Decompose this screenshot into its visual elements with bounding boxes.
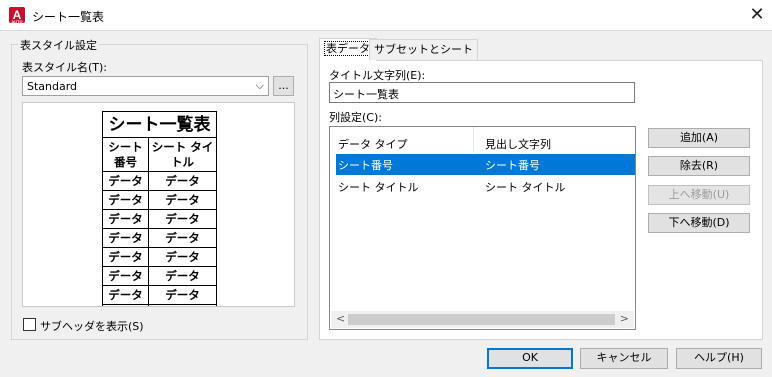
column-settings-label: 列設定(C): bbox=[329, 111, 382, 124]
scroll-thumb[interactable] bbox=[348, 314, 615, 325]
preview-table: シート一覧表 シート番号 シート タイトル データ データ データ データ データ データ… bbox=[102, 111, 217, 306]
preview-cell: データ bbox=[102, 285, 149, 305]
title-string-input[interactable]: シート一覧表 bbox=[329, 82, 635, 103]
scroll-left-icon[interactable]: < bbox=[336, 312, 345, 325]
preview-header-1: シート番号 bbox=[102, 137, 149, 172]
subheader-checkbox[interactable] bbox=[23, 318, 36, 331]
list-row[interactable]: シート番号 シート番号 bbox=[336, 154, 635, 175]
table-style-value: Standard bbox=[27, 80, 78, 93]
column-header-data-type[interactable]: データ タイプ bbox=[338, 136, 408, 152]
preview-row: データデータ bbox=[102, 304, 217, 306]
list-header: データ タイプ 見出し文字列 bbox=[330, 127, 635, 155]
table-style-group-label: 表スタイル設定 bbox=[18, 37, 99, 53]
title-string-value: シート一覧表 bbox=[333, 88, 399, 101]
preview-cell: データ bbox=[102, 247, 149, 267]
subheader-checkbox-label: サブヘッダを表示(S) bbox=[40, 320, 144, 333]
preview-row: データデータ bbox=[102, 247, 217, 267]
preview-cell: データ bbox=[102, 171, 149, 191]
preview-cell: データ bbox=[148, 304, 217, 306]
preview-cell: データ bbox=[102, 266, 149, 286]
preview-cell: データ bbox=[102, 209, 149, 229]
row-data-type: シート タイトル bbox=[338, 181, 419, 194]
close-icon[interactable]: ✕ bbox=[742, 0, 772, 31]
preview-cell: データ bbox=[148, 190, 217, 210]
add-button[interactable]: 追加(A) bbox=[648, 128, 750, 148]
tab-table-data-label: 表データ bbox=[324, 41, 372, 56]
preview-cell: データ bbox=[148, 228, 217, 248]
column-settings-list[interactable]: データ タイプ 見出し文字列 シート番号 シート番号 シート タイトル シート … bbox=[329, 126, 636, 330]
title-bar: A AUTO シート一覧表 ✕ bbox=[0, 0, 772, 31]
chevron-down-icon: ⌵ bbox=[255, 79, 264, 92]
preview-header-2: シート タイトル bbox=[148, 137, 217, 172]
ok-button[interactable]: OK bbox=[487, 348, 573, 369]
preview-row: データデータ bbox=[102, 171, 217, 191]
preview-row: データデータ bbox=[102, 266, 217, 286]
preview-row: データデータ bbox=[102, 209, 217, 229]
preview-cell: データ bbox=[148, 247, 217, 267]
title-string-label: タイトル文字列(E): bbox=[329, 69, 426, 82]
preview-title: シート一覧表 bbox=[102, 111, 217, 138]
move-up-button[interactable]: 上へ移動(U) bbox=[648, 185, 750, 205]
preview-row: データデータ bbox=[102, 228, 217, 248]
move-down-button[interactable]: 下へ移動(D) bbox=[648, 213, 750, 233]
preview-row: データデータ bbox=[102, 285, 217, 305]
preview-cell: データ bbox=[102, 190, 149, 210]
horizontal-scrollbar[interactable]: < > bbox=[331, 311, 634, 328]
table-style-combobox[interactable]: Standard ⌵ bbox=[22, 76, 269, 96]
preview-cell: データ bbox=[148, 285, 217, 305]
autocad-app-icon: A AUTO bbox=[9, 7, 25, 24]
browse-style-button[interactable]: ... bbox=[273, 76, 294, 96]
window-title: シート一覧表 bbox=[32, 10, 105, 24]
preview-row: データデータ bbox=[102, 190, 217, 210]
preview-cell: データ bbox=[102, 228, 149, 248]
preview-cell: データ bbox=[148, 266, 217, 286]
remove-button[interactable]: 除去(R) bbox=[648, 156, 750, 176]
cancel-button[interactable]: キャンセル bbox=[580, 348, 668, 369]
app-icon-subtext: AUTO bbox=[11, 19, 23, 24]
row-heading: シート タイトル bbox=[485, 181, 566, 194]
tab-subsets-sheets[interactable]: サブセットとシート bbox=[369, 39, 478, 60]
tab-subsets-sheets-label: サブセットとシート bbox=[374, 43, 473, 56]
table-preview: シート一覧表 シート番号 シート タイトル データ データ データ データ データ データ… bbox=[22, 102, 295, 307]
row-data-type: シート番号 bbox=[338, 159, 393, 172]
preview-cell: データ bbox=[102, 304, 149, 306]
preview-cell: データ bbox=[148, 209, 217, 229]
preview-cell: データ bbox=[148, 171, 217, 191]
help-button[interactable]: ヘルプ(H) bbox=[676, 348, 762, 369]
list-row[interactable]: シート タイトル シート タイトル bbox=[336, 176, 635, 197]
scroll-right-icon[interactable]: > bbox=[620, 312, 629, 325]
column-divider[interactable] bbox=[473, 127, 474, 153]
table-style-name-label: 表スタイル名(T): bbox=[22, 61, 108, 74]
column-header-heading[interactable]: 見出し文字列 bbox=[485, 136, 551, 152]
row-heading: シート番号 bbox=[485, 159, 540, 172]
